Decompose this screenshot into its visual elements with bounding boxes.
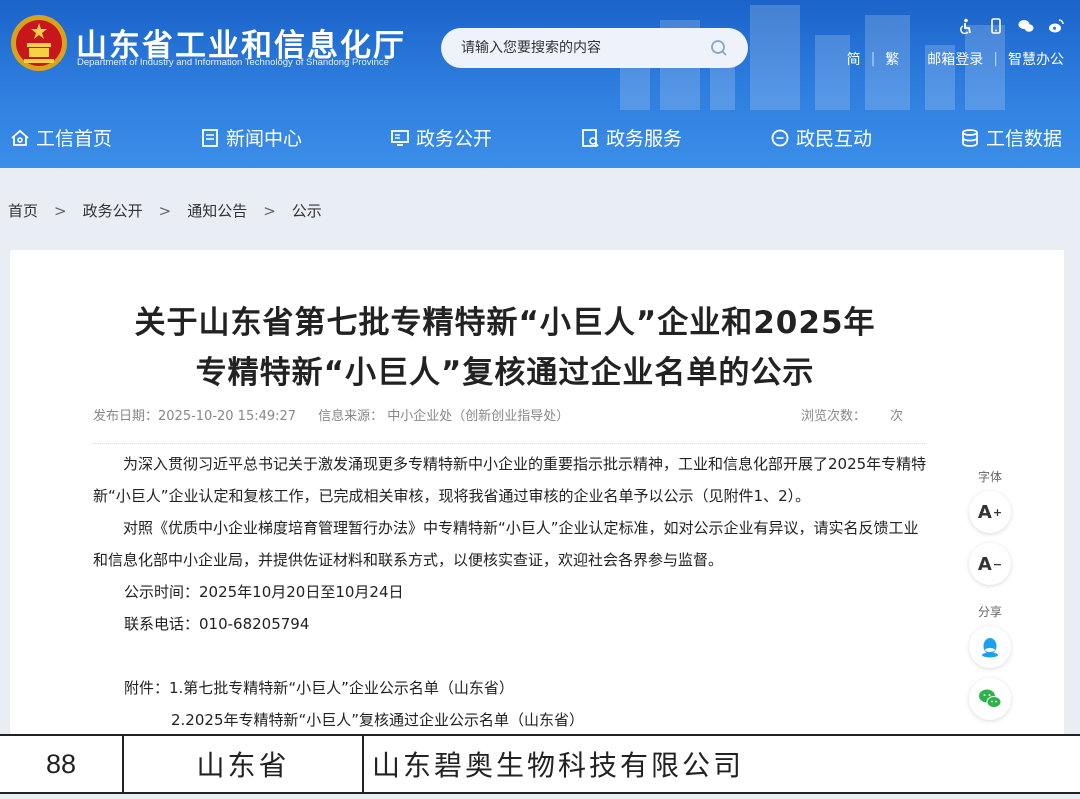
service-icon bbox=[582, 128, 599, 147]
breadcrumb-government-affairs[interactable]: 政务公开 bbox=[83, 200, 143, 221]
contact-phone: 联系电话：010-68205794 bbox=[124, 615, 310, 633]
info-source: 信息来源： 中小企业处（创新创业指导处） bbox=[318, 409, 570, 424]
breadcrumb-notices[interactable]: 通知公告 bbox=[187, 200, 247, 221]
search-icon[interactable] bbox=[710, 39, 728, 57]
row-province: 山东省 bbox=[124, 736, 364, 792]
font-decrease-button[interactable]: A − bbox=[969, 543, 1011, 585]
article-title: 关于山东省第七批专精特新“小巨人”企业和2025年 专精特新“小巨人”复核通过企… bbox=[134, 305, 876, 391]
search-box[interactable] bbox=[441, 28, 748, 68]
minus-icon: − bbox=[992, 557, 1003, 571]
nav-item-data[interactable]: 工信数据 bbox=[960, 124, 1062, 151]
nav-item-home[interactable]: 工信首页 bbox=[10, 124, 112, 151]
separator: | bbox=[993, 51, 998, 67]
font-size-label: 字体 bbox=[977, 470, 1002, 484]
mail-login-link[interactable]: 邮箱登录 bbox=[927, 49, 983, 69]
qq-icon bbox=[982, 638, 998, 658]
top-links: 简 | 繁 邮箱登录 | 智慧办公 bbox=[847, 49, 1064, 69]
breadcrumb-publicity[interactable]: 公示 bbox=[292, 200, 322, 221]
table-row: 88 山东省 山东碧奥生物科技有限公司 bbox=[0, 734, 1080, 794]
plus-icon: + bbox=[992, 505, 1003, 519]
paragraph: 对照《优质中小企业梯度培育管理暂行办法》中专精特新“小巨人”企业认定标准，如对公… bbox=[93, 519, 919, 569]
article-card: 关于山东省第七批专精特新“小巨人”企业和2025年 专精特新“小巨人”复核通过企… bbox=[10, 250, 1064, 740]
attachment-link-1[interactable]: 附件：1.第七批专精特新“小巨人”企业公示名单（山东省） bbox=[93, 672, 931, 704]
share-qq-button[interactable] bbox=[969, 626, 1011, 668]
share-wechat-button[interactable] bbox=[969, 678, 1011, 720]
monitor-icon bbox=[391, 129, 409, 146]
site-subtitle: Department of Industry and Information T… bbox=[77, 57, 389, 68]
national-emblem-icon bbox=[11, 15, 67, 71]
separator: | bbox=[870, 51, 876, 67]
breadcrumb: 首页 > 政务公开 > 通知公告 > 公示 bbox=[8, 200, 322, 221]
side-toolbar: 字体 A + A − 分享 bbox=[966, 468, 1014, 730]
row-company: 山东碧奥生物科技有限公司 bbox=[372, 749, 745, 782]
attachment-link-2[interactable]: 2.2025年专精特新“小巨人”复核通过企业公示名单（山东省） bbox=[93, 704, 931, 736]
wechat-icon[interactable] bbox=[1018, 18, 1034, 34]
top-icon-bar bbox=[958, 18, 1064, 34]
nav-item-government-services[interactable]: 政务服务 bbox=[580, 124, 682, 151]
main-nav: 工信首页 新闻中心 政务公开 政务服务 政民互动 工信数据 bbox=[0, 108, 1080, 166]
breadcrumb-separator: > bbox=[158, 201, 172, 220]
paragraph: 为深入贯彻习近平总书记关于激发涌现更多专精特新中小企业的重要指示批示精神，工业和… bbox=[93, 455, 927, 505]
database-icon bbox=[962, 128, 978, 147]
meta-divider bbox=[93, 443, 925, 444]
publish-date: 发布日期：2025-10-20 15:49:27 bbox=[93, 409, 297, 424]
weibo-icon[interactable] bbox=[1048, 18, 1064, 34]
share-label: 分享 bbox=[977, 605, 1002, 619]
breadcrumb-separator: > bbox=[54, 201, 67, 220]
breadcrumb-separator: > bbox=[263, 201, 276, 220]
article-body: 为深入贯彻习近平总书记关于激发涌现更多专精特新中小企业的重要指示批示精神，工业和… bbox=[93, 448, 931, 736]
view-count-unit: 次 bbox=[890, 409, 904, 424]
font-increase-button[interactable]: A + bbox=[969, 491, 1011, 533]
news-icon bbox=[202, 128, 218, 147]
smart-office-link[interactable]: 智慧办公 bbox=[1008, 49, 1064, 69]
simplified-chinese-link[interactable]: 简 bbox=[847, 49, 861, 69]
nav-item-news[interactable]: 新闻中心 bbox=[200, 124, 302, 151]
search-input[interactable] bbox=[461, 40, 710, 56]
mobile-icon[interactable] bbox=[988, 18, 1004, 34]
row-index: 88 bbox=[0, 736, 124, 792]
article-meta: 发布日期：2025-10-20 15:49:27 信息来源： 中小企业处（创新创… bbox=[93, 405, 903, 424]
traditional-chinese-link[interactable]: 繁 bbox=[885, 49, 899, 69]
nav-item-interaction[interactable]: 政民互动 bbox=[770, 124, 872, 151]
site-header: 山东省工业和信息化厅 Department of Industry and In… bbox=[0, 0, 1080, 168]
view-count-label: 浏览次数： bbox=[801, 409, 867, 424]
publicity-period: 公示时间：2025年10月20日至10月24日 bbox=[124, 583, 404, 601]
wechat-share-icon bbox=[979, 689, 1002, 708]
chat-icon bbox=[771, 129, 789, 146]
home-icon bbox=[11, 129, 29, 146]
nav-item-government-affairs[interactable]: 政务公开 bbox=[390, 124, 492, 151]
accessibility-icon[interactable] bbox=[958, 18, 974, 34]
breadcrumb-home[interactable]: 首页 bbox=[8, 200, 38, 221]
